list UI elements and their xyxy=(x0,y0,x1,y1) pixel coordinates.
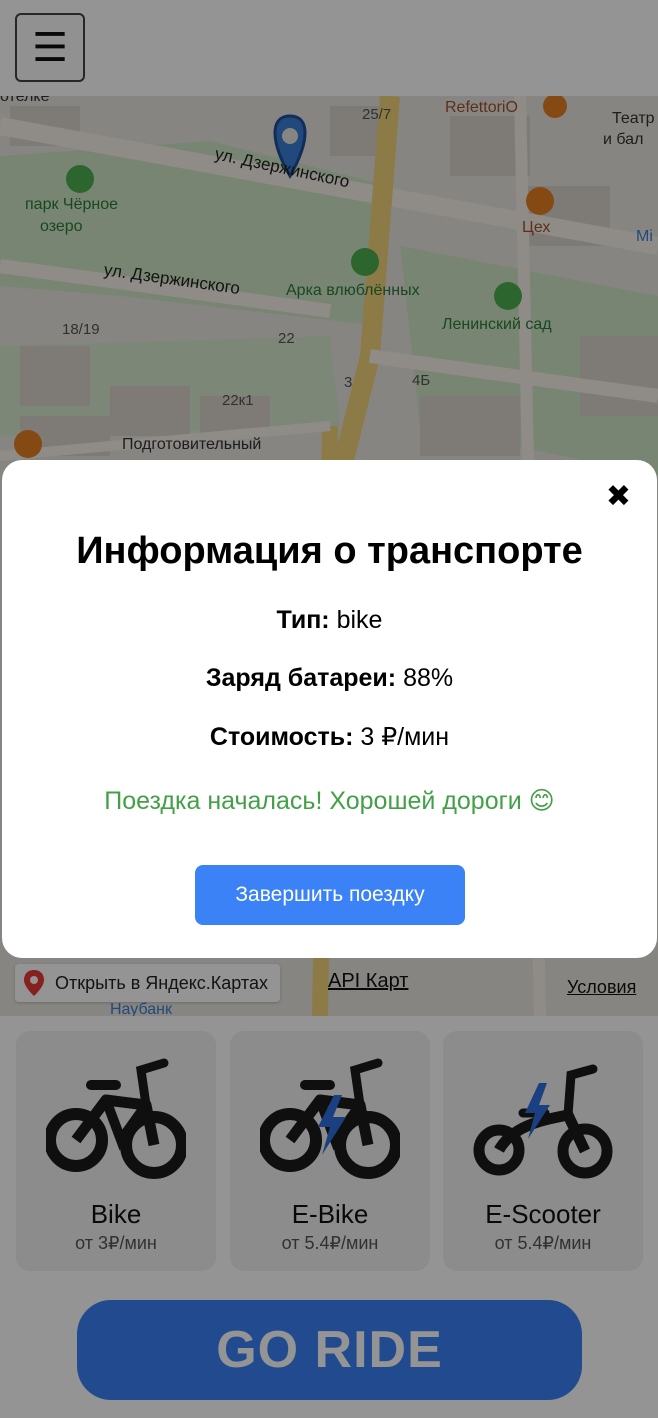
battery-row: Заряд батареи: 88% xyxy=(2,664,657,693)
finish-ride-button[interactable]: Завершить поездку xyxy=(195,865,465,925)
vehicle-info-modal: ✖ Информация о транспорте Тип: bike Заря… xyxy=(2,460,657,958)
vehicle-type-value: bike xyxy=(336,606,383,634)
vehicle-type-label: Тип: xyxy=(276,606,330,634)
ride-status-message: Поездка началась! Хорошей дороги 😊 xyxy=(104,787,555,815)
battery-label: Заряд батареи: xyxy=(205,664,397,692)
cost-value: 3 ₽/мин xyxy=(360,723,450,751)
cost-label: Стоимость: xyxy=(209,723,354,751)
vehicle-type-row: Тип: bike xyxy=(2,606,657,635)
battery-value: 88% xyxy=(403,664,454,692)
close-icon[interactable]: ✖ xyxy=(606,482,631,512)
cost-row: Стоимость: 3 ₽/мин xyxy=(2,722,657,752)
modal-title: Информация о транспорте xyxy=(76,530,583,572)
